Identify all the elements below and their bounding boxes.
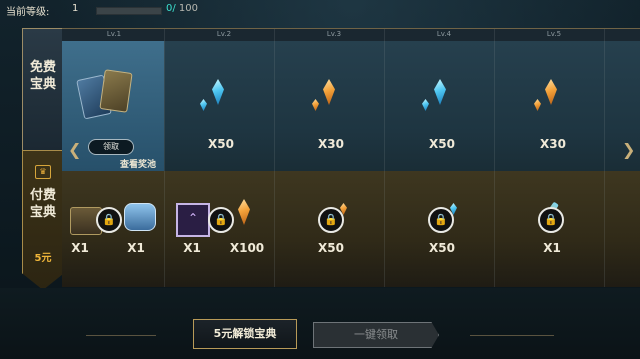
scroll-left-icon[interactable]: ❮ [68,140,81,159]
level-label: 当前等级: [6,7,50,18]
level-row: Lv.1 Lv.2 Lv.3 Lv.4 Lv.5 [62,29,640,41]
card-pack-icon [76,67,140,125]
view-pool-link[interactable]: 查看奖池 [120,157,156,170]
lock-icon: 🔒 [208,207,234,233]
paid-reward-row: 🔒 X1 X1 ⌃ 🔒 X1 X100 🔒 X50 🔒 X50 🔒 X1 [62,171,640,287]
level-3-label: Lv.3 [326,30,342,38]
divider-line [86,335,156,336]
lock-icon: 🔒 [538,207,564,233]
column-divider [384,29,385,287]
orange-shard-small [534,99,541,111]
paid-lv2-qty-b: X100 [229,241,265,255]
level-value: 1 [72,3,79,14]
level-1-label: Lv.1 [106,30,122,38]
blue-crystal-icon [434,79,446,105]
level-4-label: Lv.4 [436,30,452,38]
orange-crystal-icon [545,79,557,105]
paid-lv3-qty: X50 [318,241,344,255]
tab-free-label: 免费 宝典 [29,60,56,92]
xp-current: 0/ [166,3,176,14]
paid-lv2-qty-a: X1 [183,241,201,255]
lock-icon: 🔒 [318,207,344,233]
level-2-label: Lv.2 [216,30,232,38]
column-divider [494,29,495,287]
column-divider [604,29,605,287]
rank-emblem-icon: ⌃ [176,203,210,237]
blue-crystal-icon [212,79,224,105]
divider-line [470,335,554,336]
column-divider [164,29,165,287]
free-lv4-qty: X50 [429,137,455,151]
paid-lv1-qty-b: X1 [127,241,145,255]
column-divider [274,29,275,287]
xp-progress-bar [96,7,162,15]
blue-shard-small [422,99,429,111]
xp-text: 0/ 100 [166,3,198,14]
free-lv5-qty: X30 [540,137,566,151]
paid-lv1-qty-a: X1 [71,241,89,255]
claim-all-button[interactable]: 一键领取 [313,322,439,348]
reward-track: Lv.1 Lv.2 Lv.3 Lv.4 Lv.5 领取 X50 X30 X50 … [62,28,640,287]
tab-paid-label: 付费 宝典 [29,188,56,220]
xp-max: 100 [178,3,199,14]
lock-icon: 🔒 [428,207,454,233]
level-header: 当前等级: 1 0/ 100 [0,0,640,22]
blue-shard-small [200,99,207,111]
free-lv2-qty: X50 [208,137,234,151]
free-reward-row: 领取 X50 X30 X50 X30 [62,41,640,171]
orange-shard-small [312,99,319,111]
orange-crystal-icon [323,79,335,105]
hextech-chest-icon [124,203,156,231]
crown-icon: ♛ [35,165,51,179]
level-5-label: Lv.5 [546,30,562,38]
unlock-pass-button[interactable]: 5元解锁宝典 [193,319,297,349]
paid-lv4-qty: X50 [429,241,455,255]
lock-icon: 🔒 [96,207,122,233]
orange-crystal-icon [238,199,250,225]
claim-button[interactable]: 领取 [88,139,134,155]
paid-lv5-qty: X1 [543,241,561,255]
free-lv3-qty: X30 [318,137,344,151]
tab-paid-pass[interactable]: ♛ 付费 宝典 5元 [22,150,64,290]
card-gold [99,69,133,113]
tab-free-pass[interactable]: 免费 宝典 [22,28,64,152]
scroll-right-icon[interactable]: ❯ [622,140,635,159]
